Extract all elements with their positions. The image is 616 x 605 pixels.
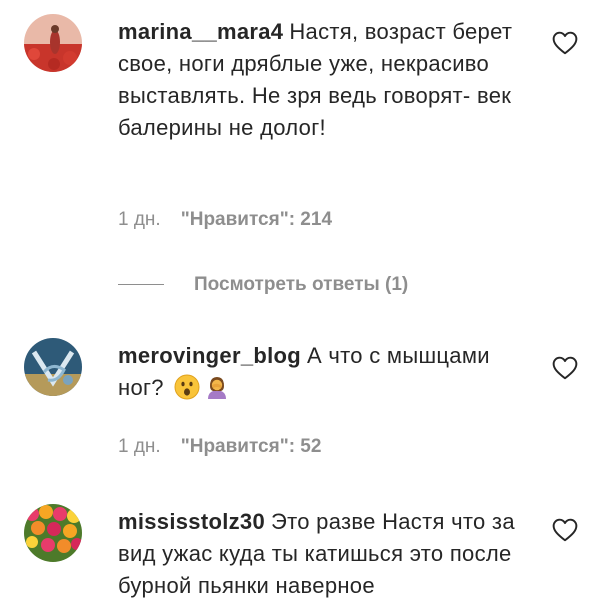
comment-time[interactable]: 1 дн. [118,209,161,230]
avatar[interactable] [24,338,82,396]
comment-text: merovinger_blog А что с мышцами ног? [118,340,518,409]
comment-username[interactable]: mississtolz30 [118,509,265,534]
heart-icon[interactable] [552,31,578,55]
view-replies-button[interactable]: Посмотреть ответы (1) [194,272,408,298]
avatar-image [24,504,82,562]
like-count[interactable]: "Нравится": 52 [181,436,322,457]
replies-divider [118,284,164,285]
avatar-image [24,14,82,72]
comment-text: marina__mara4 Настя, возраст берет свое, … [118,16,518,144]
comment-username[interactable]: merovinger_blog [118,343,301,368]
comment-meta: 1 дн. "Нравится": 52 [118,435,321,459]
like-count[interactable]: "Нравится": 214 [181,209,332,230]
heart-icon[interactable] [552,518,578,542]
comment-time[interactable]: 1 дн. [118,436,161,457]
person-facepalming-icon [204,374,230,409]
comment-username[interactable]: marina__mara4 [118,19,283,44]
comment-text: mississtolz30 Это разве Настя что за вид … [118,506,518,602]
heart-icon[interactable] [552,356,578,380]
avatar-image [24,338,82,396]
avatar[interactable] [24,504,82,562]
avatar[interactable] [24,14,82,72]
comment-meta: 1 дн. "Нравится": 214 [118,208,332,232]
astonished-face-icon [174,374,200,409]
